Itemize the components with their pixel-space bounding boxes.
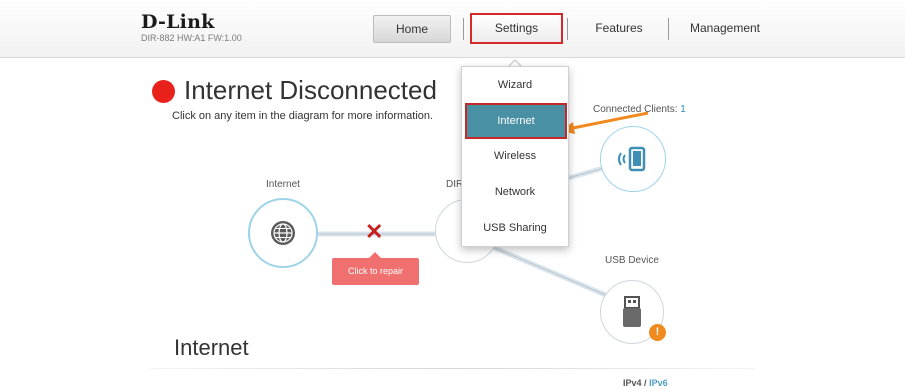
menu-item-network[interactable]: Network: [462, 176, 568, 208]
globe-icon: [271, 221, 295, 245]
section-divider: [150, 368, 755, 369]
ipv6-link[interactable]: IPv6: [649, 378, 668, 388]
usb-drive-icon: [623, 296, 641, 327]
connected-clients-label: Connected Clients: 1: [593, 104, 686, 115]
usb-warning-icon[interactable]: !: [649, 324, 666, 341]
ip-version-toggle: IPv4 / IPv6: [623, 378, 668, 388]
network-diagram-lines: [316, 111, 649, 299]
clients-count: 1: [680, 104, 686, 115]
wireless-client-icon: [618, 146, 646, 172]
click-to-repair-button[interactable]: Click to repair: [332, 258, 419, 285]
disconnected-x-icon: ✕: [365, 219, 384, 244]
usb-link-line-inner: [489, 245, 609, 297]
connected-clients-node[interactable]: [600, 126, 666, 192]
internet-node-label: Internet: [266, 179, 300, 190]
internet-node[interactable]: [248, 198, 318, 268]
section-title: Internet: [174, 335, 249, 360]
clients-label-text: Connected Clients:: [593, 104, 678, 115]
menu-item-wizard[interactable]: Wizard: [462, 69, 568, 101]
menu-item-internet[interactable]: Internet: [465, 103, 567, 139]
usb-device-label: USB Device: [605, 255, 659, 266]
menu-item-usb-sharing[interactable]: USB Sharing: [462, 212, 568, 244]
menu-item-wireless[interactable]: Wireless: [462, 140, 568, 172]
ip-separator: /: [644, 378, 647, 388]
ipv4-link[interactable]: IPv4: [623, 378, 642, 388]
settings-dropdown-menu: Wizard Internet Wireless Network USB Sha…: [461, 66, 569, 247]
